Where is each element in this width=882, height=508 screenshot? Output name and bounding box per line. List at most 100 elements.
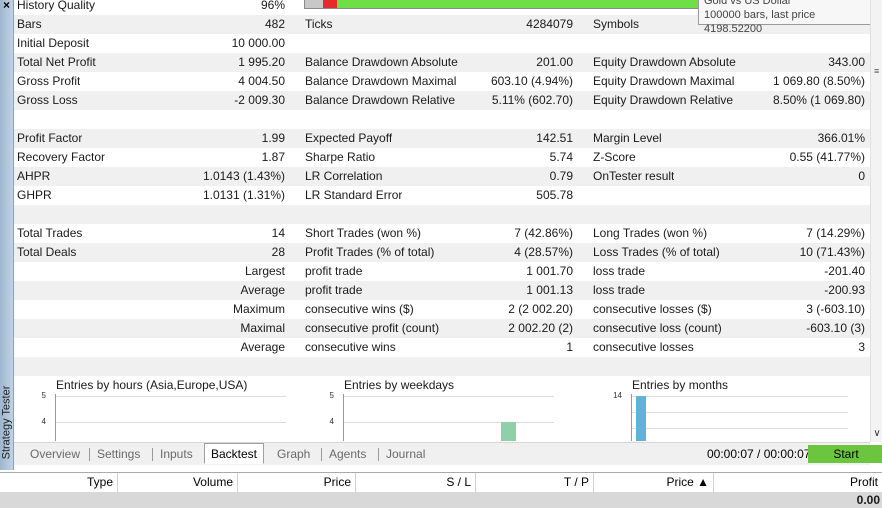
report-cell-c3l: Equity Drawdown Maximal [593, 74, 735, 88]
gridline [56, 422, 286, 423]
report-cell-c2l: consecutive wins [305, 340, 396, 354]
total-row: 0.00 [0, 492, 882, 508]
tab-separator [321, 448, 322, 461]
report-cell-c3l: Equity Drawdown Relative [593, 93, 734, 107]
report-cell-c3l: Margin Level [593, 131, 662, 145]
scroll-down-icon[interactable]: ∨ [871, 428, 882, 440]
y-tick: 14 [613, 391, 622, 400]
report-row: Gross Loss -2 009.30 Balance Drawdown Rela… [14, 91, 870, 110]
report-cell-c3v [734, 110, 865, 129]
report-cell-c2v: 2 002.20 (2) [508, 321, 573, 335]
chart-title: Entries by hours (Asia,Europe,USA) [56, 378, 248, 392]
report-row: Recovery Factor 1.87 Sharpe Ratio 5.74 Z-Sco… [14, 148, 870, 167]
report-cell-c2v: 4 (28.57%) [514, 245, 573, 259]
column-header-price[interactable]: Price [238, 473, 356, 492]
tab-settings[interactable]: Settings [97, 445, 140, 464]
report-cell-c2l: Short Trades (won %) [305, 226, 422, 240]
column-header-profit[interactable]: Profit [714, 473, 882, 492]
report-row: Initial Deposit 10 000.00 [14, 34, 870, 53]
y-tick: 4 [329, 417, 334, 426]
gridline [632, 428, 848, 429]
report-cell-c1v: 482 [264, 17, 285, 31]
weekday-bar [501, 422, 516, 441]
quality-bar-gray [305, 0, 323, 8]
report-cell-c3v: 3 (-603.10) [806, 302, 865, 316]
report-cell-c1l: Profit Factor [17, 131, 83, 145]
report-cell-c2v: 5.11% (602.70) [491, 93, 573, 107]
report-cell-c1v: 1.87 [261, 150, 285, 164]
quality-bar-red [323, 0, 337, 8]
report-cell-c3v: 10 (71.43%) [799, 245, 865, 259]
quality-bar-green [337, 0, 715, 8]
history-quality-label: History Quality [17, 0, 96, 12]
y-tick: 5 [329, 391, 334, 400]
y-axis [631, 394, 632, 441]
report-cell-c2l: Expected Payoff [305, 131, 393, 145]
report-cell-c1l: Total Deals [17, 245, 77, 259]
column-header-tp[interactable]: T / P [476, 473, 594, 492]
report-row: Maximum consecutive wins ($) 2 (2 002.20) c… [14, 300, 870, 319]
elapsed-timer: 00:00:07 / 00:00:07 [707, 447, 811, 461]
chart-entries-by-weekdays: Entries by weekdays 5 4 [302, 376, 590, 441]
report-cell-c3l: Long Trades (won %) [593, 226, 708, 240]
report-cell-c1v: 1 995.20 [238, 55, 285, 69]
start-button[interactable]: Start [808, 445, 882, 463]
report-cell-c2v: 603.10 (4.94%) [490, 74, 573, 88]
report-cell-c3l: Symbols [593, 17, 640, 31]
close-icon[interactable]: × [0, 0, 13, 12]
report-cell-c3v: -200.93 [824, 283, 865, 297]
tab-separator [89, 448, 90, 461]
tab-journal[interactable]: Journal [386, 445, 425, 464]
report-row: GHPR 1.0131 (1.31%) LR Standard Error 505.7… [14, 186, 870, 205]
report-cell-c3l: consecutive loss (count) [593, 321, 722, 335]
tab-overview[interactable]: Overview [30, 445, 80, 464]
history-quality-bar [304, 0, 716, 9]
y-axis [55, 394, 56, 441]
report-row: Total Net Profit 1 995.20 Balance Drawdown… [14, 53, 870, 72]
report-cell-c2v: 201.00 [536, 55, 573, 69]
chart-entries-by-months: Entries by months 14 [590, 376, 870, 441]
column-header-sl[interactable]: S / L [356, 473, 476, 492]
tab-inputs[interactable]: Inputs [160, 445, 193, 464]
history-quality-value: 96% [260, 0, 285, 12]
column-header-volume[interactable]: Volume [118, 473, 238, 492]
report-row: Average profit trade 1 001.13 loss trade -20… [14, 281, 870, 300]
report-cell-c3v [734, 186, 865, 205]
tab-separator [378, 448, 379, 461]
report-row: Maximal consecutive profit (count) 2 002.2… [14, 319, 870, 338]
report-cell-c1l: Bars [17, 17, 42, 31]
report-cell-c1v: 1.99 [261, 131, 285, 145]
report-cell-c2l: consecutive wins ($) [305, 302, 414, 316]
report-cell-c1v: 4 004.50 [238, 74, 285, 88]
report-cell-c2l: consecutive profit (count) [305, 321, 440, 335]
report-cell-c2l: LR Standard Error [305, 188, 403, 202]
tab-separator [152, 448, 153, 461]
deals-table: Type Volume Price S / L T / P Price ▲ Pr… [0, 472, 882, 508]
tab-backtest[interactable]: Backtest [204, 443, 265, 464]
report-row: Total Trades 14 Short Trades (won %) 7 (42.… [14, 224, 870, 243]
report-cell-c2v: 1 [566, 340, 573, 354]
report-cell-c1r: Maximal [240, 321, 285, 335]
column-header-type[interactable]: Type [0, 473, 118, 492]
report-row-blank [14, 357, 870, 376]
report-cell-c2v: 2 (2 002.20) [508, 302, 573, 316]
vertical-scrollbar[interactable]: ≡ ∨ [870, 0, 882, 442]
chart-title: Entries by weekdays [344, 378, 455, 392]
report-cell-c3v: 0.55 (41.77%) [789, 150, 865, 164]
column-header-price-sorted[interactable]: Price ▲ [594, 473, 714, 492]
report-cell-c3v: 3 [858, 340, 865, 354]
tab-graph[interactable]: Graph [277, 445, 310, 464]
report-row: AHPR 1.0143 (1.43%) LR Correlation 0.79 OnTe… [14, 167, 870, 186]
chart-title: Entries by months [632, 378, 729, 392]
report-cell-c1r: Average [240, 283, 285, 297]
report-cell-c2v [434, 205, 573, 224]
report-row: Profit Factor 1.99 Expected Payoff 142.51 Ma… [14, 129, 870, 148]
report-cell-c2l: Ticks [305, 17, 333, 31]
scroll-grip-icon[interactable]: ≡ [874, 67, 880, 76]
total-profit-value: 0.00 [856, 493, 880, 507]
report-cell-c3v: 343.00 [828, 55, 865, 69]
report-cell-c3l: Z-Score [593, 150, 636, 164]
report-cell-c3v: -201.40 [824, 264, 865, 278]
tab-agents[interactable]: Agents [329, 445, 366, 464]
report-cell-c1v: 1.0143 (1.43%) [202, 169, 285, 183]
